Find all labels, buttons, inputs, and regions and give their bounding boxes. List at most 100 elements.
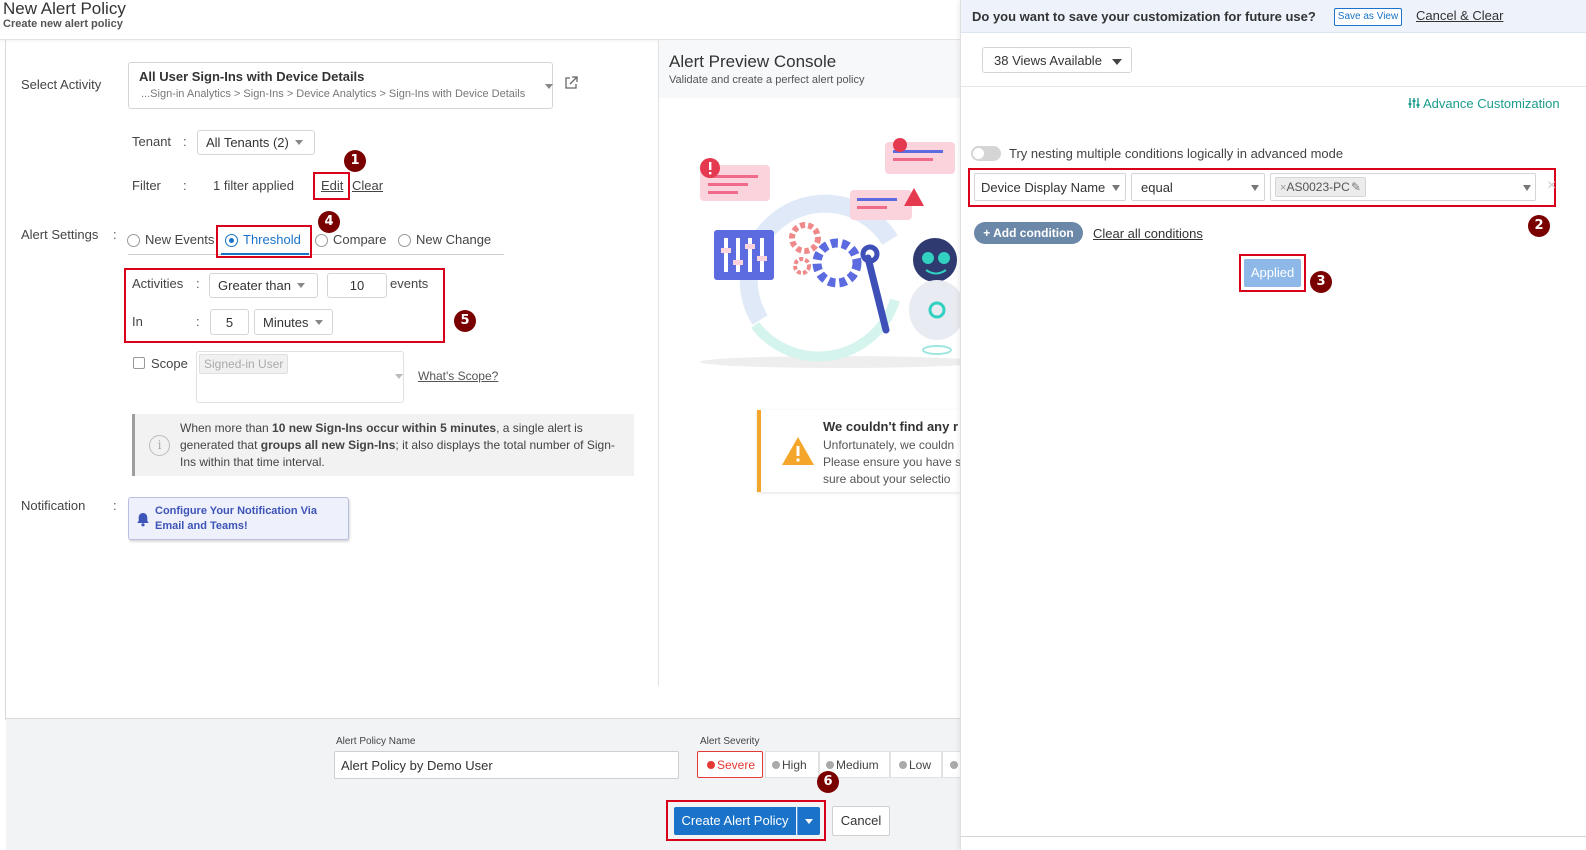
highlight-threshold: [216, 225, 312, 258]
warning-title: We couldn't find any r: [823, 419, 959, 434]
condition-value-chip: ×AS0023-PC✎: [1275, 177, 1366, 197]
activities-colon: :: [196, 276, 200, 291]
radio-compare-label: Compare: [333, 232, 387, 247]
create-dropdown-button[interactable]: [797, 807, 820, 835]
highlight-edit: [313, 172, 350, 200]
toggle-knob: [973, 148, 984, 159]
chevron-down-icon: [297, 283, 305, 288]
remove-condition-icon[interactable]: ×: [1547, 177, 1556, 195]
operator-select[interactable]: Greater than: [209, 273, 318, 298]
applied-button[interactable]: Applied: [1244, 259, 1301, 287]
chevron-down-icon: [805, 819, 813, 824]
warning-line-2: Please ensure you have s: [823, 455, 960, 469]
condition-value-text: AS0023-PC: [1286, 180, 1350, 194]
create-alert-policy-button[interactable]: Create Alert Policy: [674, 807, 796, 835]
tenant-value: All Tenants (2): [206, 135, 289, 150]
condition-value-select[interactable]: ×AS0023-PC✎: [1270, 173, 1536, 201]
info-bold-1: 10 new Sign-Ins occur within 5 minutes: [272, 421, 497, 435]
radio-icon: [127, 234, 140, 248]
alert-settings-colon: :: [113, 227, 117, 242]
severity-severe[interactable]: Severe: [697, 751, 763, 778]
chevron-down-icon: [294, 140, 303, 145]
filter-clear-link[interactable]: Clear: [352, 178, 383, 193]
cancel-clear-link[interactable]: Cancel & Clear: [1416, 8, 1503, 23]
step-badge-3: 3: [1310, 271, 1332, 293]
notification-colon: :: [113, 498, 117, 513]
warning-line-3: sure about your selectio: [823, 472, 951, 486]
advance-customization-link[interactable]: Advance Customization: [1408, 96, 1560, 111]
step-badge-6: 6: [817, 771, 839, 793]
customization-panel: Do you want to save your customization f…: [960, 0, 1586, 850]
alert-settings-label: Alert Settings: [21, 227, 99, 242]
add-condition-button[interactable]: + Add condition: [974, 222, 1083, 244]
create-alert-policy-label: Create Alert Policy: [681, 813, 789, 828]
severity-high-label: High: [782, 758, 807, 772]
activity-selector[interactable]: All User Sign-Ins with Device Details ..…: [128, 62, 553, 109]
external-link-icon[interactable]: [564, 76, 578, 90]
activity-name: All User Sign-Ins with Device Details: [139, 69, 365, 84]
condition-field-select[interactable]: Device Display Name: [974, 173, 1126, 201]
preview-title: Alert Preview Console: [669, 52, 837, 71]
condition-operator-value: equal: [1141, 180, 1173, 195]
left-edge: [5, 40, 6, 720]
save-banner: Do you want to save your customization f…: [961, 0, 1586, 33]
severity-severe-label: Severe: [717, 758, 756, 772]
severity-overflow[interactable]: [942, 751, 960, 778]
scope-select[interactable]: Signed-in User: [196, 351, 404, 403]
sliders-icon: [1408, 98, 1420, 108]
chevron-down-icon: [395, 374, 403, 379]
tenant-colon: :: [183, 134, 187, 149]
views-available-label: 38 Views Available: [994, 53, 1102, 68]
page-header: New Alert Policy Create new alert policy: [0, 0, 960, 40]
events-label: events: [390, 276, 429, 291]
count-input[interactable]: 10: [327, 273, 387, 298]
severe-dot-icon: [707, 761, 715, 769]
preview-subtitle: Validate and create a perfect alert poli…: [669, 74, 865, 86]
configure-notification-button[interactable]: Configure Your Notification Via Email an…: [128, 497, 349, 540]
policy-name-input[interactable]: Alert Policy by Demo User: [334, 751, 679, 779]
scope-checkbox[interactable]: [133, 357, 145, 369]
advanced-mode-toggle[interactable]: [971, 146, 1001, 161]
save-question: Do you want to save your customization f…: [972, 9, 1316, 24]
step-badge-5: 5: [454, 310, 476, 332]
severity-high[interactable]: High: [765, 751, 819, 778]
cancel-button[interactable]: Cancel: [832, 806, 890, 836]
condition-operator-select[interactable]: equal: [1131, 173, 1265, 201]
select-activity-label: Select Activity: [21, 77, 102, 92]
severity-low[interactable]: Low: [890, 751, 942, 778]
unit-value: Minutes: [263, 314, 309, 330]
radio-new-change[interactable]: New Change: [398, 232, 492, 248]
window-input[interactable]: 5: [210, 309, 249, 335]
unit-select[interactable]: Minutes: [254, 309, 333, 335]
gray-dot-icon: [772, 761, 780, 769]
radio-new-events[interactable]: New Events: [127, 232, 214, 248]
severity-medium-label: Medium: [836, 758, 879, 772]
filter-applied-text: filter applied: [223, 178, 294, 193]
filter-colon: :: [183, 178, 187, 193]
radio-compare[interactable]: Compare: [315, 232, 387, 248]
gray-dot-icon: [826, 761, 834, 769]
radio-icon: [315, 234, 328, 248]
step-badge-2: 2: [1528, 215, 1550, 237]
page-title: New Alert Policy: [3, 0, 126, 18]
chevron-down-icon: [545, 84, 553, 89]
scope-label: Scope: [151, 356, 188, 371]
info-bold-2: groups all new Sign-Ins: [260, 438, 396, 452]
clear-all-conditions-link[interactable]: Clear all conditions: [1093, 226, 1203, 241]
severity-low-label: Low: [909, 758, 932, 772]
column-divider: [658, 40, 659, 686]
info-box: i When more than 10 new Sign-Ins occur w…: [132, 414, 634, 476]
views-dropdown[interactable]: 38 Views Available: [982, 47, 1132, 73]
whats-scope-link[interactable]: What's Scope?: [418, 369, 498, 383]
chevron-down-icon: [1111, 58, 1122, 65]
filter-summary: 1 filter applied: [213, 178, 294, 193]
activities-label: Activities: [132, 276, 184, 291]
no-data-warning: We couldn't find any r Unfortunately, we…: [757, 410, 960, 492]
pencil-icon[interactable]: ✎: [1351, 180, 1361, 194]
save-as-view-button[interactable]: Save as View: [1334, 8, 1402, 26]
severity-label: Alert Severity: [700, 736, 760, 747]
radio-new-change-label: New Change: [416, 232, 492, 247]
panel-separator: [961, 86, 1586, 87]
preview-illustration: [700, 138, 960, 368]
tenant-select[interactable]: All Tenants (2): [197, 130, 315, 155]
